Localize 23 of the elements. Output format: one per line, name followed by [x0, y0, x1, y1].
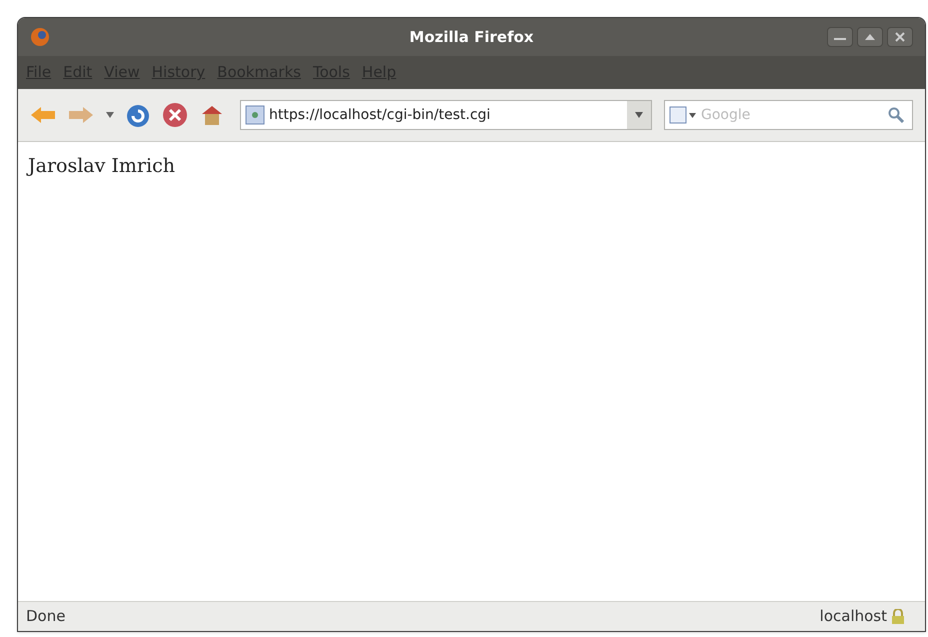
- page-text: Jaroslav Imrich: [28, 154, 176, 179]
- search-input[interactable]: Google: [701, 104, 880, 126]
- lock-icon: [891, 608, 905, 624]
- maximize-icon: [864, 32, 876, 42]
- reload-icon[interactable]: [126, 102, 150, 128]
- search-engine-icon: [669, 106, 697, 124]
- browser-logo-icon: [30, 27, 50, 47]
- close-button[interactable]: [887, 27, 913, 47]
- caret-icon: [635, 112, 643, 118]
- caret-icon[interactable]: [106, 112, 114, 118]
- dropdown-button[interactable]: [627, 101, 651, 129]
- window-title: Mozilla Firefox: [408, 26, 535, 48]
- search-field[interactable]: Google: [664, 100, 913, 130]
- stop-icon[interactable]: [162, 102, 188, 128]
- close-icon: [894, 32, 906, 42]
- maximize-button[interactable]: [857, 27, 883, 47]
- host-text: localhost: [820, 606, 887, 628]
- page-icon: [245, 105, 265, 125]
- search-icon[interactable]: [888, 107, 904, 123]
- minimize-button[interactable]: [827, 27, 853, 47]
- address-field[interactable]: https://localhost/cgi-bin/test.cgi: [240, 100, 652, 130]
- home-icon[interactable]: [200, 104, 224, 126]
- status-text: Done: [26, 606, 66, 628]
